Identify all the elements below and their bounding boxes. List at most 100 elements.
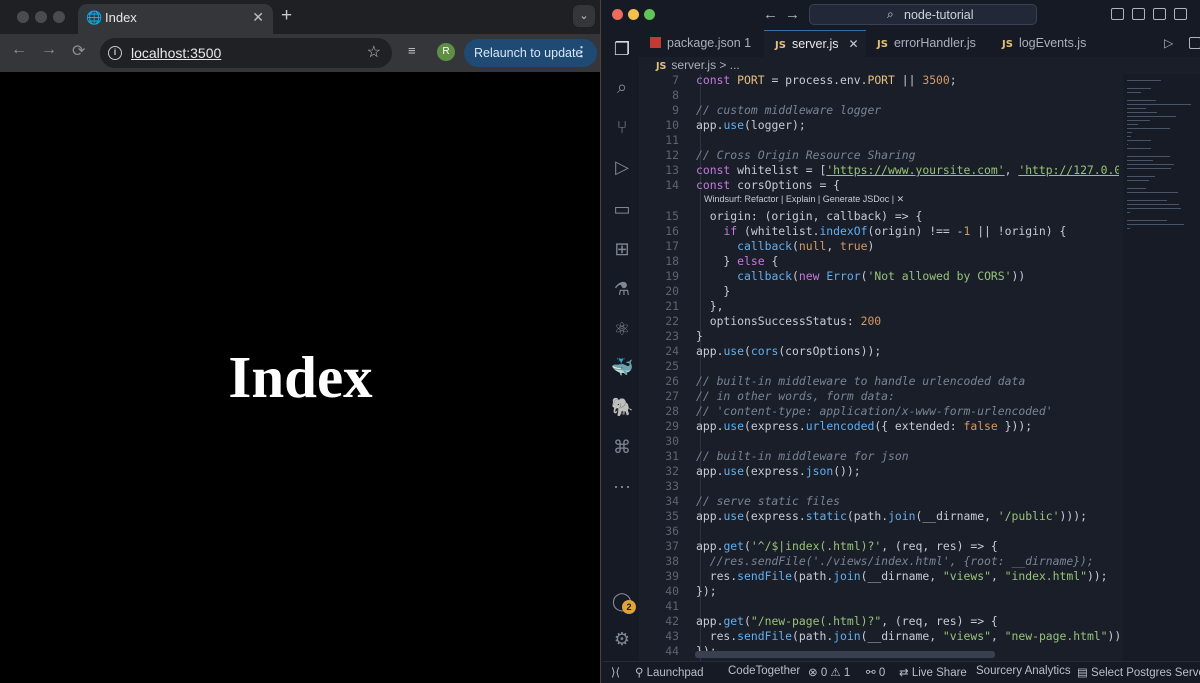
- run-icon[interactable]: ▷: [1164, 36, 1173, 50]
- code-line[interactable]: 42 app.get("/new-page(.html)?", (req, res…: [639, 614, 1119, 629]
- minimap-line: [1127, 208, 1181, 209]
- code-line[interactable]: 35 app.use(express.static(path.join(__dir…: [639, 509, 1119, 524]
- docker-icon[interactable]: 🐳: [611, 356, 633, 378]
- status-launchpad[interactable]: ⚲ Launchpad: [635, 665, 704, 679]
- testing-icon[interactable]: ⚗: [611, 278, 633, 300]
- breadcrumb[interactable]: JS server.js > ...: [639, 57, 1200, 74]
- toggle-panel-icon[interactable]: [1132, 8, 1145, 20]
- code-line[interactable]: 23}: [639, 329, 1119, 344]
- extensions-icon[interactable]: ⊞: [611, 238, 633, 260]
- zoom-window-button[interactable]: [644, 9, 655, 20]
- code-line[interactable]: 18 } else {: [639, 254, 1119, 269]
- status-live-share[interactable]: ⇄ Live Share: [899, 665, 967, 679]
- profile-avatar[interactable]: R: [437, 43, 455, 61]
- code-line[interactable]: 10 app.use(logger);: [639, 118, 1119, 133]
- minimize-window-button[interactable]: [35, 11, 47, 23]
- code-line[interactable]: 39 res.sendFile(path.join(__dirname, "vi…: [639, 569, 1119, 584]
- status-ports[interactable]: ⚯ 0: [866, 665, 885, 679]
- code-line[interactable]: 28 // 'content-type: application/x-www-fo…: [639, 404, 1119, 419]
- horizontal-scrollbar[interactable]: [695, 651, 995, 658]
- go-back-button[interactable]: ←: [763, 6, 778, 23]
- code-line[interactable]: 14 const corsOptions = {: [639, 178, 1119, 193]
- run-debug-icon[interactable]: ▷: [611, 156, 633, 178]
- code-line[interactable]: 34 // serve static files: [639, 494, 1119, 509]
- code-line[interactable]: 8: [639, 88, 1119, 103]
- status-postgres-server[interactable]: ▤ Select Postgres Server: [1077, 665, 1200, 679]
- command-center-search[interactable]: ⌕ node-tutorial: [809, 4, 1037, 25]
- back-button[interactable]: ←: [11, 41, 27, 59]
- remote-explorer-icon[interactable]: ▭: [611, 198, 633, 220]
- reload-button[interactable]: ⟳: [72, 41, 85, 61]
- react-icon[interactable]: ⚛: [611, 318, 633, 340]
- new-tab-button[interactable]: +: [281, 5, 292, 27]
- code-line[interactable]: 43 res.sendFile(path.join(__dirname, "vi…: [639, 629, 1119, 644]
- source-control-icon[interactable]: ⑂: [611, 116, 633, 138]
- tab-logevents-js[interactable]: JS logEvents.js: [991, 30, 1121, 57]
- code-line[interactable]: 20 }: [639, 284, 1119, 299]
- codelens-actions[interactable]: Windsurf: Refactor | Explain | Generate …: [704, 194, 904, 205]
- code-line[interactable]: 19 callback(new Error('Not allowed by CO…: [639, 269, 1119, 284]
- code-line[interactable]: 37 app.get('^/$|index(.html)?', (req, res…: [639, 539, 1119, 554]
- tab-errorhandler-js[interactable]: JS errorHandler.js: [866, 30, 991, 57]
- more-icon[interactable]: ⋯: [611, 476, 633, 498]
- close-window-button[interactable]: [612, 9, 623, 20]
- status-codetogether[interactable]: CodeTogether: [728, 665, 800, 677]
- address-bar[interactable]: i localhost:3500 ☆: [100, 38, 392, 68]
- customize-layout-icon[interactable]: [1174, 8, 1187, 20]
- minimap[interactable]: [1123, 74, 1200, 661]
- zoom-window-button[interactable]: [53, 11, 65, 23]
- code-line[interactable]: 24 app.use(cors(corsOptions));: [639, 344, 1119, 359]
- code-line[interactable]: 29 app.use(express.urlencoded({ extended:…: [639, 419, 1119, 434]
- postgres-icon[interactable]: 🐘: [611, 396, 633, 418]
- split-editor-icon[interactable]: [1189, 37, 1200, 49]
- code-line[interactable]: 40});: [639, 584, 1119, 599]
- relaunch-button[interactable]: Relaunch to update ⋮: [464, 39, 597, 67]
- code-line[interactable]: 12 // Cross Origin Resource Sharing: [639, 148, 1119, 163]
- url-text[interactable]: localhost:3500: [131, 45, 221, 61]
- code-line[interactable]: 17 callback(null, true): [639, 239, 1119, 254]
- code-line[interactable]: 31 // built-in middleware for json: [639, 449, 1119, 464]
- tab-server-js[interactable]: JS server.js ✕: [764, 30, 866, 57]
- explorer-icon[interactable]: ❐: [611, 38, 633, 60]
- code-line[interactable]: 16 if (whitelist.indexOf(origin) !== -1 …: [639, 224, 1119, 239]
- bookmark-star-icon[interactable]: ☆: [367, 42, 381, 62]
- code-line[interactable]: 26 // built-in middleware to handle urlen…: [639, 374, 1119, 389]
- toggle-sidebar-icon[interactable]: [1111, 8, 1124, 20]
- toggle-secondary-sidebar-icon[interactable]: [1153, 8, 1166, 20]
- code-line[interactable]: 15 origin: (origin, callback) => {: [639, 209, 1119, 224]
- code-line[interactable]: 41: [639, 599, 1119, 614]
- code-line[interactable]: 38 //res.sendFile('./views/index.html', …: [639, 554, 1119, 569]
- python-icon[interactable]: ⌘: [611, 436, 633, 458]
- status-remote-indicator[interactable]: ⟩⟨: [611, 665, 620, 679]
- code-line[interactable]: 22 optionsSuccessStatus: 200: [639, 314, 1119, 329]
- code-line[interactable]: 36: [639, 524, 1119, 539]
- search-icon[interactable]: ⌕: [611, 76, 633, 98]
- code-line[interactable]: 32 app.use(express.json());: [639, 464, 1119, 479]
- site-info-icon[interactable]: i: [108, 46, 122, 60]
- code-line[interactable]: 9 // custom middleware logger: [639, 103, 1119, 118]
- close-tab-icon[interactable]: ✕: [252, 9, 264, 26]
- close-tab-icon[interactable]: ✕: [848, 37, 858, 51]
- status-sourcery[interactable]: Sourcery Analytics: [976, 665, 1071, 677]
- status-problems[interactable]: ⊗ 0 ⚠ 1: [808, 665, 850, 679]
- code-line[interactable]: 25: [639, 359, 1119, 374]
- reading-list-icon[interactable]: ≡: [408, 43, 416, 58]
- code-line[interactable]: 13 const whitelist = ['https://www.yoursi…: [639, 163, 1119, 178]
- code-editor[interactable]: Windsurf: Refactor | Explain | Generate …: [639, 74, 1119, 661]
- minimize-window-button[interactable]: [628, 9, 639, 20]
- code-line[interactable]: 33: [639, 479, 1119, 494]
- tab-package-json[interactable]: package.json 1: [639, 30, 764, 57]
- line-number: 34: [665, 494, 679, 508]
- code-line[interactable]: 21 },: [639, 299, 1119, 314]
- close-window-button[interactable]: [17, 11, 29, 23]
- code-line[interactable]: 30: [639, 434, 1119, 449]
- browser-tab[interactable]: 🌐 Index ✕: [78, 4, 273, 34]
- forward-button[interactable]: →: [41, 41, 57, 59]
- code-line[interactable]: 11: [639, 133, 1119, 148]
- settings-gear-icon[interactable]: ⚙: [611, 628, 633, 650]
- code-line[interactable]: 7 const PORT = process.env.PORT || 3500;: [639, 74, 1119, 88]
- go-forward-button[interactable]: →: [785, 6, 800, 23]
- code-line[interactable]: 27 // in other words, form data:: [639, 389, 1119, 404]
- tab-search-button[interactable]: ⌄: [573, 5, 595, 27]
- browser-menu-icon[interactable]: ⋮: [575, 44, 588, 60]
